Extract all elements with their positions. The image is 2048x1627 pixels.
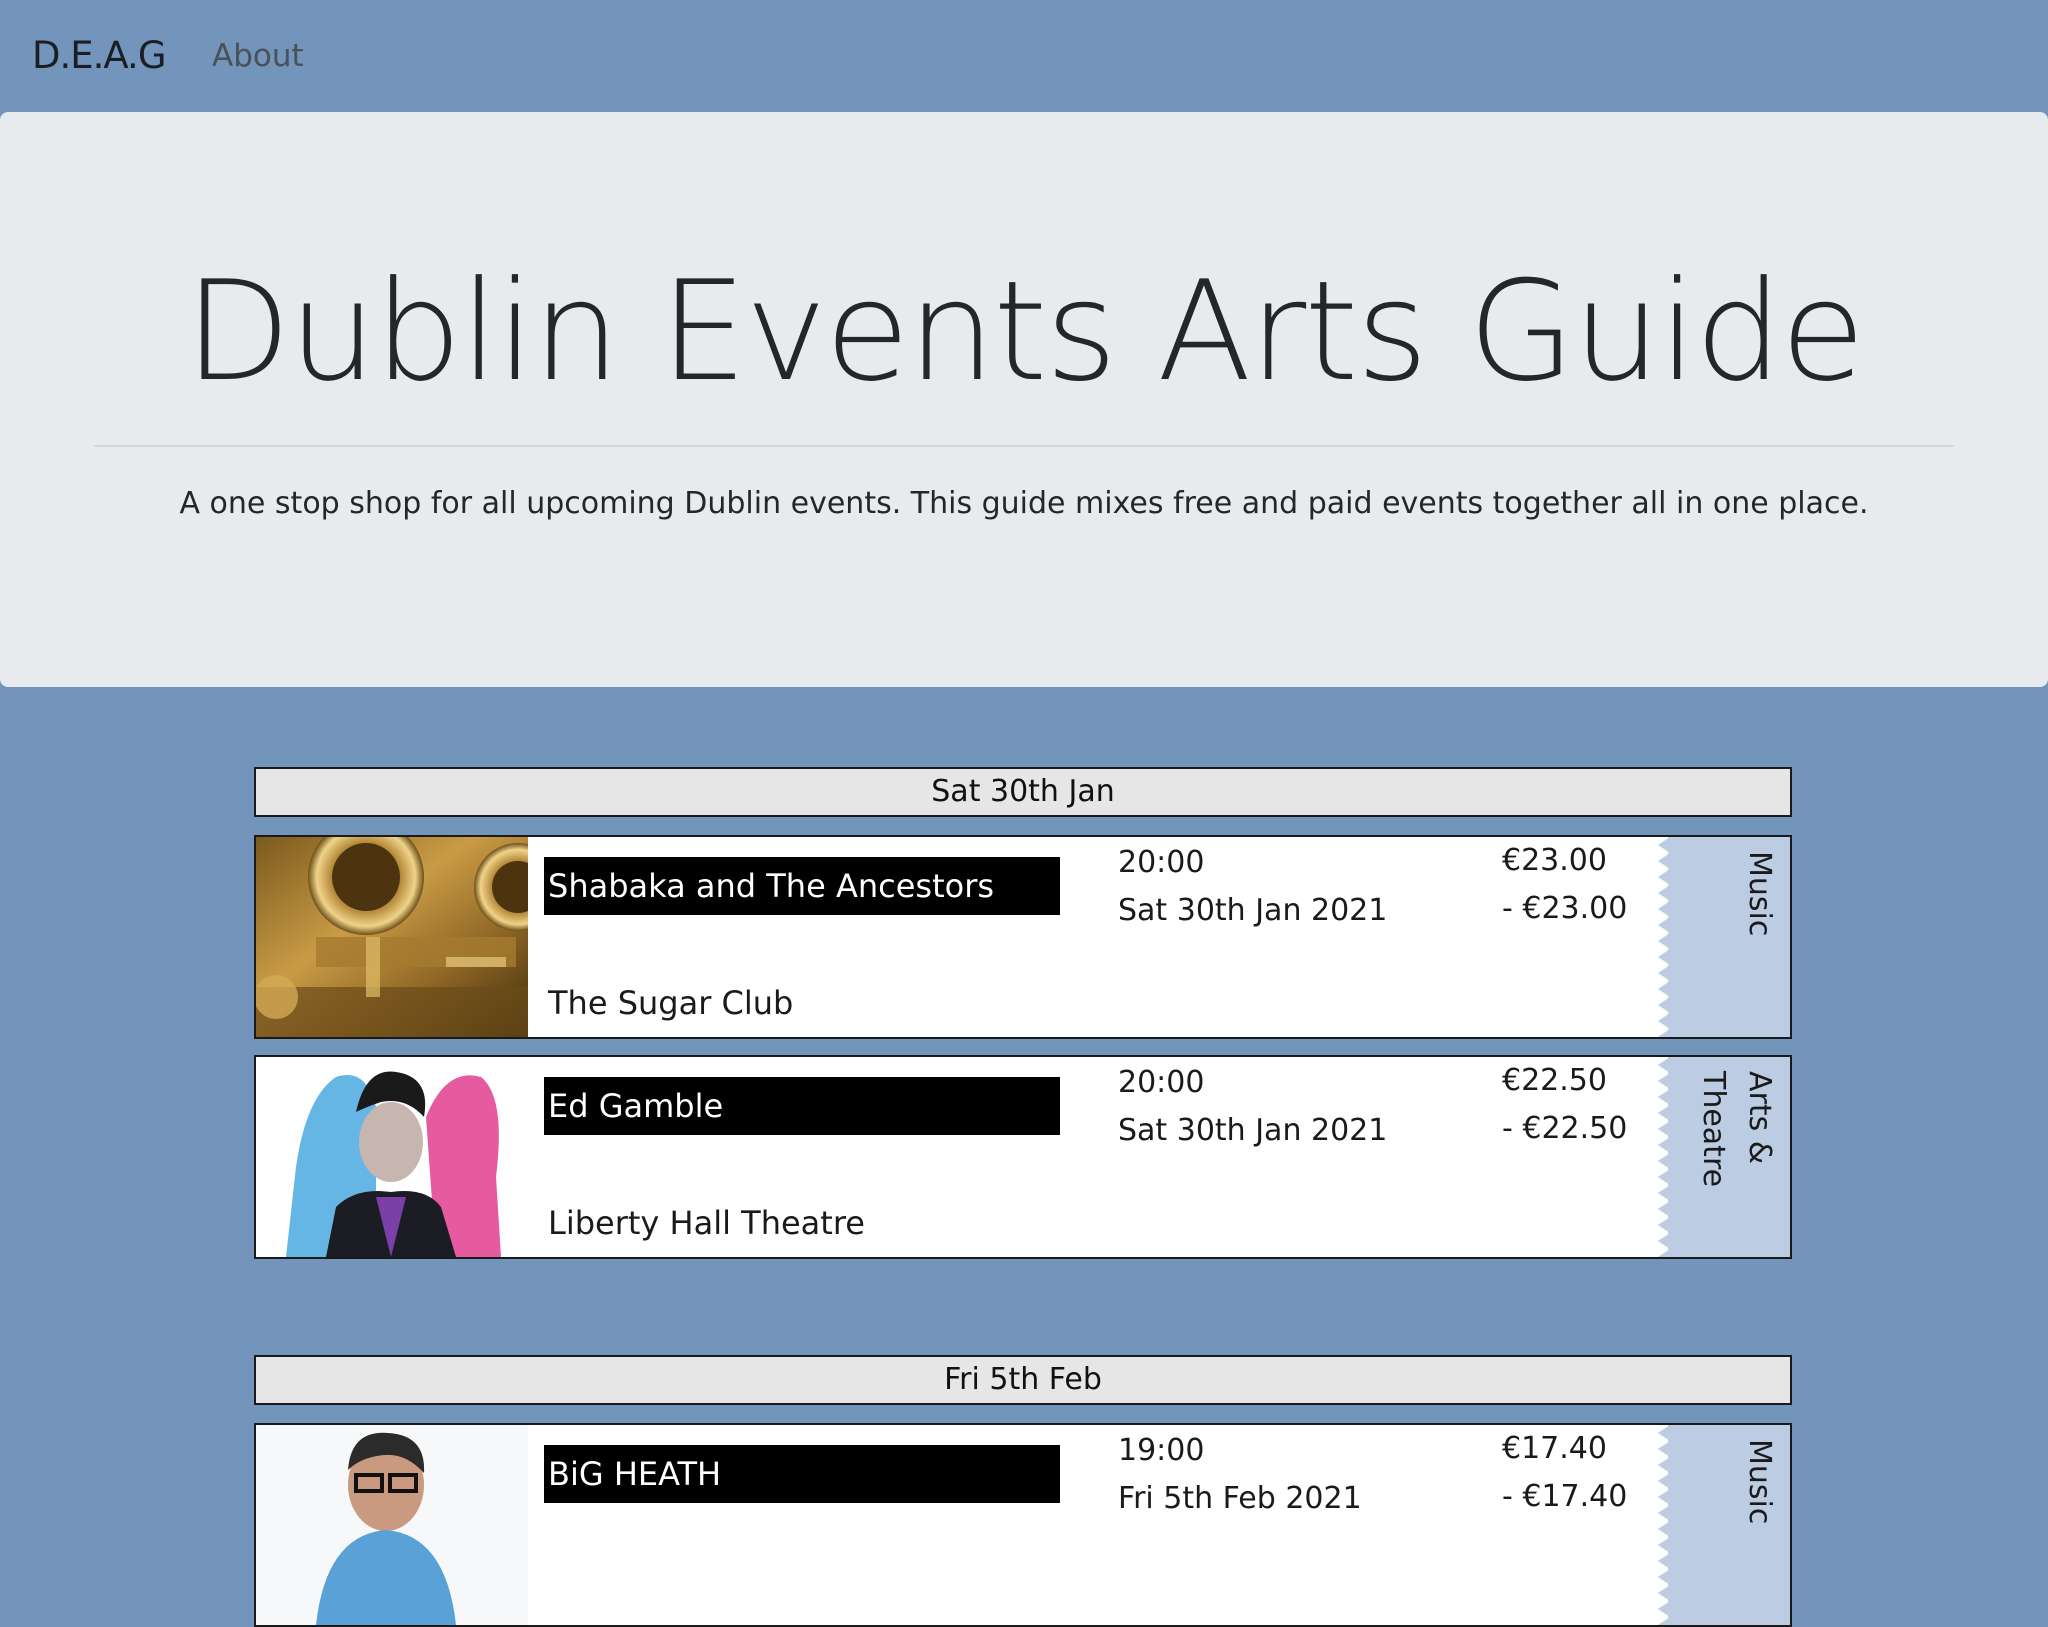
ticket-stub: Arts & Theatre	[1658, 1057, 1790, 1257]
comedian-portrait	[256, 1057, 528, 1257]
price-high: - €23.00	[1502, 891, 1628, 926]
event-image	[256, 1425, 528, 1625]
event-image	[256, 837, 528, 1037]
zigzag-edge	[1658, 1057, 1670, 1257]
brand-link[interactable]: D.E.A.G	[32, 34, 166, 77]
event-date: Sat 30th Jan 2021	[1118, 1113, 1388, 1148]
saxophone-photo	[256, 837, 528, 1037]
event-date: Fri 5th Feb 2021	[1118, 1481, 1362, 1516]
price-low: €17.40	[1502, 1431, 1607, 1466]
event-date: Sat 30th Jan 2021	[1118, 893, 1388, 928]
date-header: Sat 30th Jan	[254, 767, 1792, 817]
event-time: 19:00	[1118, 1433, 1205, 1468]
event-time: 20:00	[1118, 845, 1205, 880]
price-high: - €22.50	[1502, 1111, 1628, 1146]
event-venue: The Sugar Club	[548, 984, 794, 1022]
hero-lead: A one stop shop for all upcoming Dublin …	[179, 486, 1869, 521]
event-image	[256, 1057, 528, 1257]
event-name[interactable]: Shabaka and The Ancestors	[544, 857, 1060, 915]
ticket-stub: Music	[1658, 837, 1790, 1037]
event-time: 20:00	[1118, 1065, 1205, 1100]
zigzag-edge	[1658, 1425, 1670, 1625]
event-card[interactable]: BiG HEATH 19:00 Fri 5th Feb 2021 €17.40 …	[254, 1423, 1792, 1627]
navbar: D.E.A.G About	[0, 0, 2048, 112]
artist-portrait	[256, 1425, 528, 1625]
event-category: Arts & Theatre	[1696, 1071, 1777, 1188]
nav-link-about[interactable]: About	[212, 38, 304, 74]
event-card[interactable]: Shabaka and The Ancestors The Sugar Club…	[254, 835, 1792, 1039]
event-card[interactable]: Ed Gamble Liberty Hall Theatre 20:00 Sat…	[254, 1055, 1792, 1259]
page-title: Dublin Events Arts Guide	[184, 251, 1866, 412]
zigzag-edge	[1658, 837, 1670, 1037]
price-low: €22.50	[1502, 1063, 1607, 1098]
price-high: - €17.40	[1502, 1479, 1628, 1514]
date-header: Fri 5th Feb	[254, 1355, 1792, 1405]
event-name[interactable]: Ed Gamble	[544, 1077, 1060, 1135]
price-low: €23.00	[1502, 843, 1607, 878]
event-category: Music	[1742, 851, 1777, 937]
event-venue: Liberty Hall Theatre	[548, 1204, 865, 1242]
ticket-stub: Music	[1658, 1425, 1790, 1625]
hero-divider	[94, 445, 1954, 447]
event-category: Music	[1742, 1439, 1777, 1525]
event-name[interactable]: BiG HEATH	[544, 1445, 1060, 1503]
